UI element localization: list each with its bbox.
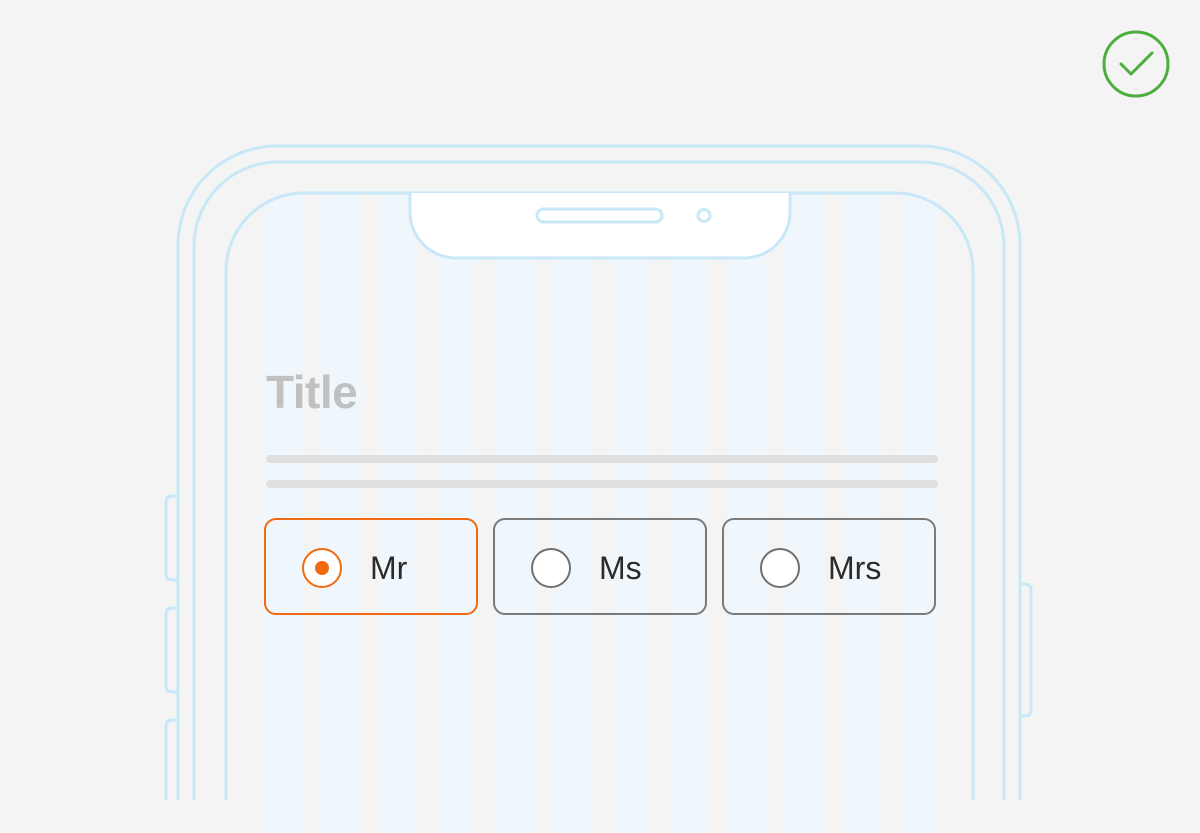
screen-border: [224, 191, 975, 800]
front-camera-icon: [696, 208, 712, 223]
phone-notch: [224, 191, 975, 800]
speaker-grille-icon: [535, 207, 664, 224]
notch-cutout: [408, 193, 792, 260]
